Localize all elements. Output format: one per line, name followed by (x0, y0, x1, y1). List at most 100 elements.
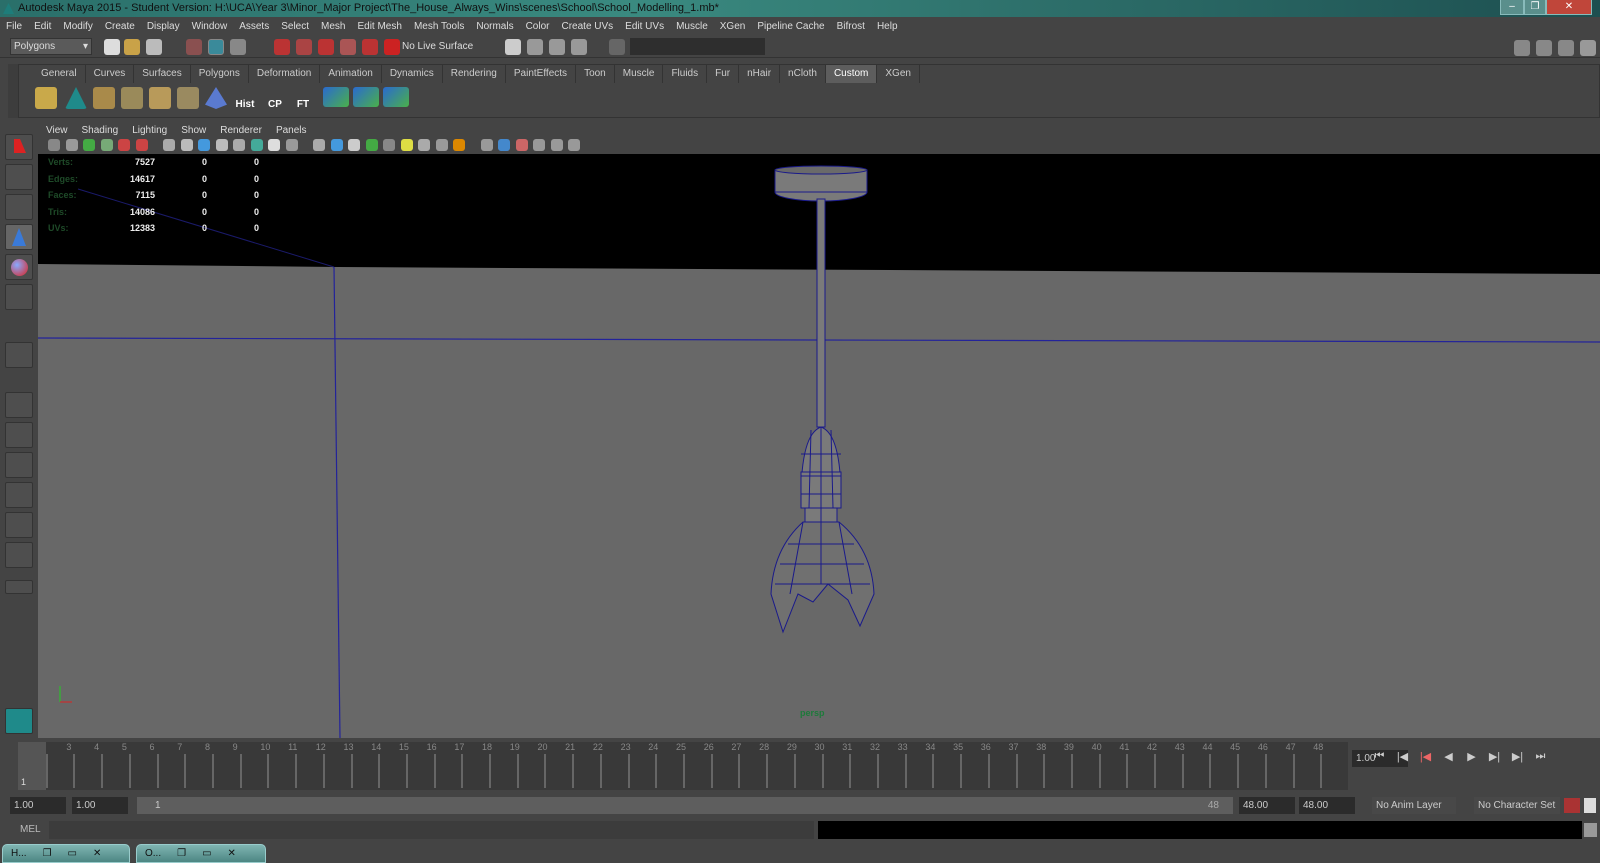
render-frame-icon[interactable] (527, 39, 543, 55)
camera-tumble-icon[interactable] (568, 139, 580, 151)
command-language-label[interactable]: MEL (20, 824, 41, 835)
range-slider-bar[interactable]: 1 48 (137, 797, 1233, 814)
end-time-field[interactable]: 48.00 (1299, 797, 1355, 814)
snap-curve-icon[interactable] (296, 39, 312, 55)
shelf-script-icon[interactable] (353, 87, 379, 107)
render-settings-icon[interactable] (571, 39, 587, 55)
shelf-script-icon[interactable] (383, 87, 409, 107)
paint-select-tool-icon[interactable] (5, 194, 33, 220)
xray-active-icon[interactable] (498, 139, 510, 151)
snap-live-icon[interactable] (362, 39, 378, 55)
step-back-key-icon[interactable]: |◀ (1391, 750, 1414, 763)
shelf-tab-animation[interactable]: Animation (320, 65, 382, 83)
menu-modify[interactable]: Modify (63, 21, 92, 32)
new-scene-icon[interactable] (104, 39, 120, 55)
command-input[interactable] (49, 821, 814, 839)
menu-file[interactable]: File (6, 21, 22, 32)
menu-display[interactable]: Display (147, 21, 180, 32)
menu-bifrost[interactable]: Bifrost (837, 21, 865, 32)
minimized-window[interactable]: O... ❐ ▭ ✕ (136, 844, 266, 863)
isolate-select-icon[interactable] (533, 139, 545, 151)
shelf-tool-icon[interactable] (177, 87, 199, 109)
shadows-icon[interactable] (383, 139, 395, 151)
panel-menu-lighting[interactable]: Lighting (132, 125, 167, 136)
step-back-frame-icon[interactable]: |◀ (1414, 750, 1437, 763)
menu-select[interactable]: Select (281, 21, 309, 32)
panel-menu-show[interactable]: Show (181, 125, 206, 136)
center-pivot-button[interactable]: CP (263, 85, 287, 110)
play-backwards-icon[interactable]: ◀ (1437, 750, 1460, 763)
camera-attributes-icon[interactable] (48, 139, 60, 151)
shelf-tab-general[interactable]: General (33, 65, 86, 83)
hypershade-layout-icon[interactable] (5, 542, 33, 568)
shelf-tab-ncloth[interactable]: nCloth (780, 65, 826, 83)
shelf-tab-xgen[interactable]: XGen (877, 65, 920, 83)
xray-joints-icon[interactable] (480, 139, 493, 151)
outliner-persp-layout-icon[interactable] (5, 512, 33, 538)
shelf-tab-surfaces[interactable]: Surfaces (134, 65, 191, 83)
select-tool-icon[interactable] (5, 134, 33, 160)
use-all-lights-icon[interactable] (365, 139, 378, 151)
layout-more-button[interactable] (5, 580, 33, 594)
shelf-tab-toon[interactable]: Toon (576, 65, 615, 83)
play-forwards-icon[interactable]: ▶ (1460, 750, 1483, 763)
maximize-icon[interactable]: ▭ (194, 848, 219, 859)
shelf-tool-icon[interactable] (93, 87, 115, 109)
motion-blur-icon[interactable] (418, 139, 430, 151)
panel-menu-renderer[interactable]: Renderer (220, 125, 262, 136)
shelf-tool-icon[interactable] (35, 87, 57, 109)
wireframe-icon[interactable] (198, 139, 210, 151)
shelf-tool-icon[interactable] (121, 87, 143, 109)
shelf-tab-deformation[interactable]: Deformation (249, 65, 321, 83)
history-button[interactable]: Hist (233, 85, 257, 110)
menu-color[interactable]: Color (526, 21, 550, 32)
field-chart-icon[interactable] (313, 139, 325, 151)
grease-pencil-icon[interactable] (118, 139, 130, 151)
hud-icon[interactable] (550, 139, 563, 151)
snap-view-plane-icon[interactable] (340, 39, 356, 55)
minimized-window[interactable]: H... ❐ ▭ ✕ (2, 844, 130, 863)
menu-mesh-tools[interactable]: Mesh Tools (414, 21, 464, 32)
xray-icon[interactable] (233, 139, 245, 151)
shelf-tool-icon[interactable] (205, 87, 227, 109)
maximize-icon[interactable]: ▭ (60, 848, 85, 859)
start-time-field[interactable]: 1.00 (10, 797, 66, 814)
modeling-toolkit-icon[interactable] (1514, 40, 1530, 56)
ambient-occlusion-icon[interactable] (400, 139, 413, 151)
shaded-icon[interactable] (180, 139, 193, 151)
close-button[interactable]: ✕ (1546, 0, 1592, 15)
shelf-tab-dynamics[interactable]: Dynamics (382, 65, 443, 83)
smooth-shade-icon[interactable] (215, 139, 228, 151)
grid-icon[interactable] (163, 139, 175, 151)
anti-alias-icon[interactable] (435, 139, 448, 151)
anim-layer-dropdown[interactable]: No Anim Layer (1372, 797, 1456, 814)
menu-pipeline-cache[interactable]: Pipeline Cache (757, 21, 824, 32)
select-component-icon[interactable] (230, 39, 246, 55)
shelf-tab-rendering[interactable]: Rendering (443, 65, 506, 83)
menu-create-uvs[interactable]: Create UVs (561, 21, 613, 32)
scale-tool-icon[interactable] (5, 284, 33, 310)
isolate-icon[interactable] (250, 139, 263, 151)
last-tool-icon[interactable] (5, 342, 33, 368)
restore-icon[interactable]: ❐ (35, 848, 60, 859)
select-hierarchy-icon[interactable] (186, 39, 202, 55)
save-scene-icon[interactable] (146, 39, 162, 55)
close-icon[interactable]: ✕ (85, 848, 109, 859)
depth-of-field-icon[interactable] (453, 139, 465, 151)
shelf-tab-custom[interactable]: Custom (825, 65, 878, 83)
restore-icon[interactable]: ❐ (169, 848, 194, 859)
backface-cull-icon[interactable] (515, 139, 528, 151)
resolution-gate-icon[interactable] (285, 139, 298, 151)
panel-menu-shading[interactable]: Shading (82, 125, 119, 136)
time-slider-track[interactable]: 2345678910111213141516171819202122232425… (18, 742, 1348, 790)
ipr-render-icon[interactable] (549, 39, 565, 55)
tool-settings-icon[interactable] (1558, 40, 1574, 56)
viewport-persp[interactable]: Verts: 7527 0 0 Edges: 14617 0 0 Faces: 7115 0 0 Tri… (38, 154, 1600, 738)
menu-edit[interactable]: Edit (34, 21, 51, 32)
move-tool-icon[interactable] (5, 224, 33, 250)
menu-create[interactable]: Create (105, 21, 135, 32)
render-view-icon[interactable] (505, 39, 521, 55)
default-lighting-icon[interactable] (348, 139, 360, 151)
image-plane-icon[interactable] (65, 139, 78, 151)
four-pane-layout-icon[interactable] (5, 422, 33, 448)
